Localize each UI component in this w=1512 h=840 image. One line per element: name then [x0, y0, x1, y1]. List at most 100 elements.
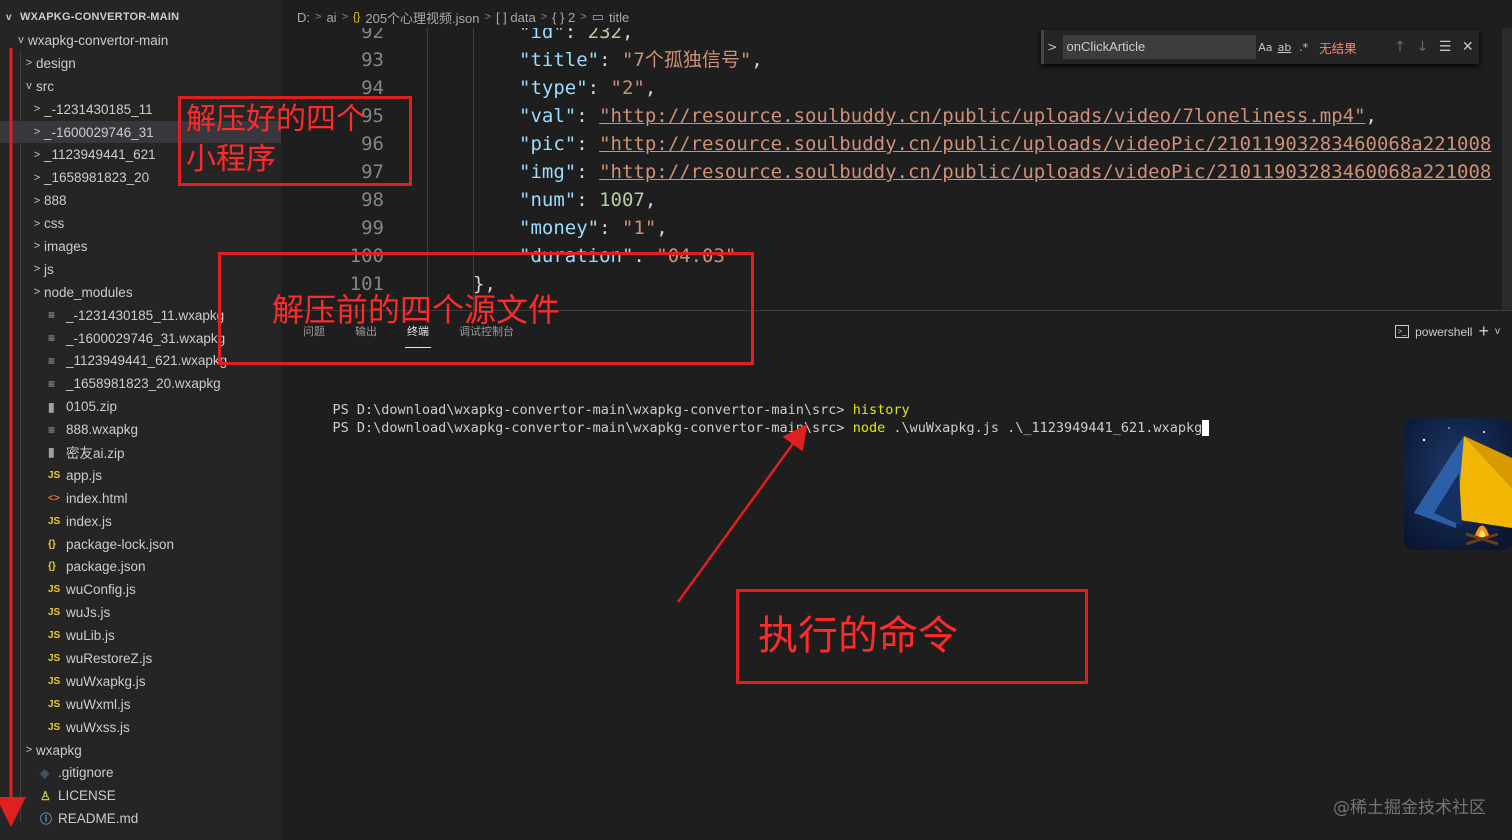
tree-file[interactable]: JS index.js	[0, 510, 281, 533]
code-line[interactable]: 97 "img": "http://resource.soulbuddy.cn/p…	[281, 158, 1512, 186]
tree-file[interactable]: ◆ .gitignore	[0, 762, 281, 785]
json-value[interactable]: "http://resource.soulbuddy.cn/public/upl…	[599, 133, 1491, 155]
breadcrumb-item[interactable]: title	[609, 10, 629, 25]
tree-folder[interactable]: > wxapkg	[0, 739, 281, 762]
tree-file[interactable]: {} package-lock.json	[0, 533, 281, 556]
tree-file[interactable]: JS wuRestoreZ.js	[0, 647, 281, 670]
tree-folder[interactable]: > css	[0, 212, 281, 235]
regex-option[interactable]: .*	[1294, 41, 1313, 54]
tree-file[interactable]: JS wuWxml.js	[0, 693, 281, 716]
json-file-icon: {}	[353, 11, 361, 23]
explorer-header[interactable]: v WXAPKG-CONVERTOR-MAIN	[0, 6, 281, 28]
line-number: 99	[361, 217, 384, 239]
tree-item-label: wuLib.js	[66, 628, 115, 644]
find-input[interactable]: onClickArticle	[1062, 35, 1256, 59]
tree-folder[interactable]: v wxapkg-convertor-main	[0, 29, 281, 52]
bin-file-icon: ≡	[48, 331, 56, 346]
json-value: "2"	[610, 77, 645, 99]
chevron-right-icon: >	[33, 286, 41, 299]
line-number: 93	[361, 49, 384, 71]
js-file-icon: JS	[48, 469, 61, 481]
shell-name[interactable]: powershell	[1415, 325, 1472, 339]
tree-file[interactable]: JS wuWxapkg.js	[0, 670, 281, 693]
breadcrumb-item[interactable]: [ ] data	[496, 10, 536, 25]
bin-file-icon: ≡	[48, 353, 56, 368]
close-icon[interactable]: ✕	[1456, 39, 1479, 55]
chevron-right-icon: >	[33, 240, 41, 253]
tree-file[interactable]: ≡ 888.wxapkg	[0, 418, 281, 441]
tree-item-label: package-lock.json	[66, 536, 175, 552]
tree-file[interactable]: ▮ 密友ai.zip	[0, 441, 281, 464]
js-file-icon: JS	[48, 515, 61, 527]
breadcrumb-item[interactable]: D:	[297, 10, 310, 25]
code-line[interactable]: 99 "money": "1",	[281, 214, 1512, 242]
tree-file[interactable]: ♙ LICENSE	[0, 784, 281, 807]
js-file-icon: JS	[48, 698, 61, 710]
terminal-line[interactable]: PS D:\download\wxapkg-convertor-main\wxa…	[300, 401, 1210, 436]
tree-item-label: src	[36, 78, 54, 94]
terminal-cursor	[1202, 420, 1210, 436]
tree-item-label: _-1231430185_11	[44, 101, 153, 117]
tree-file[interactable]: ▮ 0105.zip	[0, 395, 281, 418]
toggle-replace-chevron-icon[interactable]: >	[1041, 30, 1061, 64]
json-value[interactable]: "http://resource.soulbuddy.cn/public/upl…	[599, 161, 1491, 183]
bottom-panel: 问题 输出 终端 调试控制台 >_ powershell + v PS D:\down…	[281, 310, 1512, 840]
tree-item-label: package.json	[66, 559, 146, 575]
code-text: "num": 1007,	[519, 189, 657, 211]
code-line[interactable]: 94 "type": "2",	[281, 74, 1512, 102]
tree-item-label: 密友ai.zip	[66, 446, 125, 462]
code-text: "val": "http://resource.soulbuddy.cn/pub…	[519, 105, 1377, 127]
tree-folder[interactable]: > design	[0, 52, 281, 75]
json-key: "img"	[519, 161, 577, 183]
editor-scrollbar[interactable]	[1502, 28, 1512, 310]
bin-file-icon: ≡	[48, 422, 56, 437]
zip-file-icon: ▮	[48, 445, 55, 460]
tree-file[interactable]: ⓘ README.md	[0, 807, 281, 830]
breadcrumb-item[interactable]: { } 2	[552, 10, 575, 25]
tree-file[interactable]: JS wuWxss.js	[0, 716, 281, 739]
terminal-line[interactable]: PS D:\download\wxapkg-convertor-main\wxa…	[300, 383, 910, 418]
tree-file[interactable]: JS app.js	[0, 464, 281, 487]
json-value[interactable]: "http://resource.soulbuddy.cn/public/upl…	[599, 105, 1365, 127]
json-value: "7个孤独信号"	[621, 49, 752, 71]
new-terminal-plus-icon[interactable]: +	[1478, 321, 1489, 342]
find-in-selection-icon[interactable]: ☰	[1434, 39, 1457, 55]
breadcrumb-item[interactable]: ai	[326, 10, 336, 25]
tree-file[interactable]: <> index.html	[0, 487, 281, 510]
breadcrumb-item[interactable]: 205个心理视频.json	[365, 8, 479, 27]
tree-item-label: wuJs.js	[66, 605, 111, 621]
code-line[interactable]: 95 "val": "http://resource.soulbuddy.cn/p…	[281, 102, 1512, 130]
tree-item-label: _1123949441_621.wxapkg	[66, 353, 228, 369]
whole-word-option[interactable]: ab	[1275, 41, 1294, 54]
tree-file[interactable]: JS wuLib.js	[0, 624, 281, 647]
chevron-right-icon: >	[33, 194, 41, 207]
tree-file[interactable]: {} package.json	[0, 555, 281, 578]
match-case-option[interactable]: Aa	[1256, 41, 1275, 54]
explorer-title: WXAPKG-CONVERTOR-MAIN	[20, 11, 180, 23]
tree-item-label: README.md	[58, 811, 139, 827]
tree-folder[interactable]: >888	[0, 189, 281, 212]
line-number: 98	[361, 189, 384, 211]
tree-item-label: wuWxml.js	[66, 696, 131, 712]
js-file-icon: JS	[48, 584, 61, 596]
previous-match-arrow-up-icon[interactable]: ↑	[1389, 39, 1412, 55]
tree-item-label: 888.wxapkg	[66, 422, 139, 438]
tent-campfire-image	[1404, 418, 1512, 550]
next-match-arrow-down-icon[interactable]: ↓	[1411, 39, 1434, 55]
tree-item-label: _1123949441_621	[44, 147, 156, 163]
tree-file[interactable]: JS wuConfig.js	[0, 578, 281, 601]
code-line[interactable]: 98 "num": 1007,	[281, 186, 1512, 214]
json-file-icon: {}	[48, 538, 56, 550]
code-line[interactable]: 96 "pic": "http://resource.soulbuddy.cn/p…	[281, 130, 1512, 158]
tree-file[interactable]: JS wuJs.js	[0, 601, 281, 624]
chevron-down-icon[interactable]: v	[1495, 326, 1500, 337]
breadcrumb-separator-icon: >	[580, 11, 587, 23]
string-symbol-icon: ▭	[591, 9, 605, 24]
json-file-icon: {}	[48, 561, 56, 573]
tree-folder[interactable]: v src	[0, 75, 281, 98]
json-key: "pic"	[519, 133, 577, 155]
tree-item-label: _-1600029746_31	[44, 124, 154, 140]
chevron-right-icon: >	[25, 744, 33, 757]
tree-file[interactable]: ≡ _1658981823_20.wxapkg	[0, 372, 281, 395]
code-text: "img": "http://resource.soulbuddy.cn/pub…	[519, 161, 1492, 183]
